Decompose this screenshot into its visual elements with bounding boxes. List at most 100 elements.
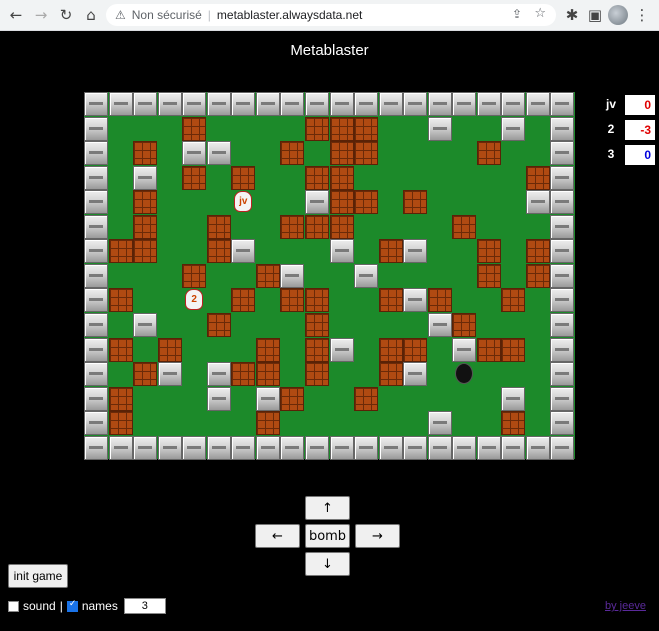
page-title: Metablaster — [290, 42, 369, 59]
back-icon[interactable]: ← — [6, 5, 26, 25]
left-button[interactable]: ← — [255, 524, 300, 548]
wall-block — [452, 92, 477, 116]
player-sprite: jv — [231, 190, 255, 214]
player-body — [455, 363, 474, 385]
wall-block — [550, 116, 575, 141]
brick-block — [304, 165, 329, 190]
brick-block — [255, 263, 280, 288]
players-count-input[interactable]: 3 — [123, 598, 166, 614]
wall-block — [550, 214, 575, 239]
brick-block — [329, 116, 354, 141]
brick-block — [108, 411, 133, 436]
brick-block — [403, 337, 428, 362]
brick-block — [525, 239, 550, 264]
wall-block — [231, 92, 256, 116]
brick-block — [304, 116, 329, 141]
insecure-label: Non sécurisé — [131, 8, 202, 22]
share-icon[interactable]: ⇪ — [512, 7, 522, 21]
sound-checkbox[interactable] — [8, 600, 19, 612]
wall-block — [84, 190, 108, 215]
wall-block — [525, 190, 550, 215]
brick-block — [329, 214, 354, 239]
side-panel-icon[interactable]: ▣ — [585, 5, 605, 25]
brick-block — [476, 239, 501, 264]
score-player-name: jv — [605, 97, 616, 111]
wall-block — [304, 190, 329, 215]
brick-block — [354, 141, 379, 166]
wall-block — [84, 239, 108, 264]
player-label: 2 — [191, 294, 197, 306]
right-button[interactable]: → — [355, 524, 400, 548]
brick-block — [231, 165, 256, 190]
profile-avatar[interactable] — [608, 5, 628, 25]
brick-block — [133, 214, 158, 239]
wall-block — [550, 263, 575, 288]
brick-block — [354, 386, 379, 411]
wall-block — [378, 92, 403, 116]
brick-block — [501, 288, 526, 313]
brick-block — [133, 190, 158, 215]
wall-block — [133, 165, 158, 190]
bookmark-star-icon[interactable]: ☆ — [534, 6, 546, 21]
wall-block — [206, 141, 231, 166]
score-value: 0 — [625, 95, 655, 115]
up-button[interactable]: ↑ — [305, 496, 350, 520]
menu-kebab-icon[interactable]: ⋮ — [632, 5, 652, 25]
extensions-icon[interactable]: ✱ — [562, 5, 582, 25]
wall-block — [354, 435, 379, 460]
home-icon[interactable]: ⌂ — [81, 5, 101, 25]
score-player-name: 2 — [607, 122, 615, 136]
wall-block — [84, 141, 108, 166]
brick-block — [206, 214, 231, 239]
wall-block — [525, 435, 550, 460]
wall-block — [206, 92, 231, 116]
init-game-button[interactable]: init game — [8, 564, 68, 588]
score-value: -3 — [625, 120, 655, 140]
wall-block — [550, 239, 575, 264]
brick-block — [501, 411, 526, 436]
wall-block — [403, 362, 428, 387]
brick-block — [280, 386, 305, 411]
wall-block — [84, 386, 108, 411]
down-button[interactable]: ↓ — [305, 552, 350, 576]
wall-block — [84, 263, 108, 288]
brick-block — [108, 386, 133, 411]
wall-block — [133, 435, 158, 460]
wall-block — [427, 92, 452, 116]
wall-block — [304, 92, 329, 116]
wall-block — [550, 92, 575, 116]
brick-block — [452, 214, 477, 239]
score-row: jv 0 — [600, 95, 658, 115]
wall-block — [108, 92, 133, 116]
brick-block — [452, 312, 477, 337]
wall-block — [329, 337, 354, 362]
brick-block — [280, 214, 305, 239]
brick-block — [255, 337, 280, 362]
forward-icon[interactable]: → — [31, 5, 51, 25]
credit-link[interactable]: by jeeve — [605, 600, 646, 612]
brick-block — [354, 116, 379, 141]
brick-block — [206, 239, 231, 264]
wall-block — [476, 435, 501, 460]
wall-block — [329, 239, 354, 264]
brick-block — [525, 263, 550, 288]
wall-block — [255, 386, 280, 411]
names-checkbox[interactable] — [66, 599, 78, 612]
url-text[interactable]: metablaster.alwaysdata.net — [217, 8, 362, 22]
wall-block — [304, 435, 329, 460]
wall-block — [550, 165, 575, 190]
brick-block — [304, 214, 329, 239]
wall-block — [378, 435, 403, 460]
reload-icon[interactable]: ↻ — [56, 5, 76, 25]
wall-block — [255, 435, 280, 460]
brick-block — [133, 239, 158, 264]
wall-block — [84, 165, 108, 190]
brick-block — [427, 288, 452, 313]
bomb-button[interactable]: bomb — [305, 524, 350, 548]
wall-block — [280, 263, 305, 288]
address-bar[interactable]: ⚠ Non sécurisé | metablaster.alwaysdata.… — [106, 4, 556, 26]
brick-block — [255, 411, 280, 436]
options-separator: | — [59, 599, 63, 613]
brick-block — [304, 337, 329, 362]
brick-block — [378, 288, 403, 313]
